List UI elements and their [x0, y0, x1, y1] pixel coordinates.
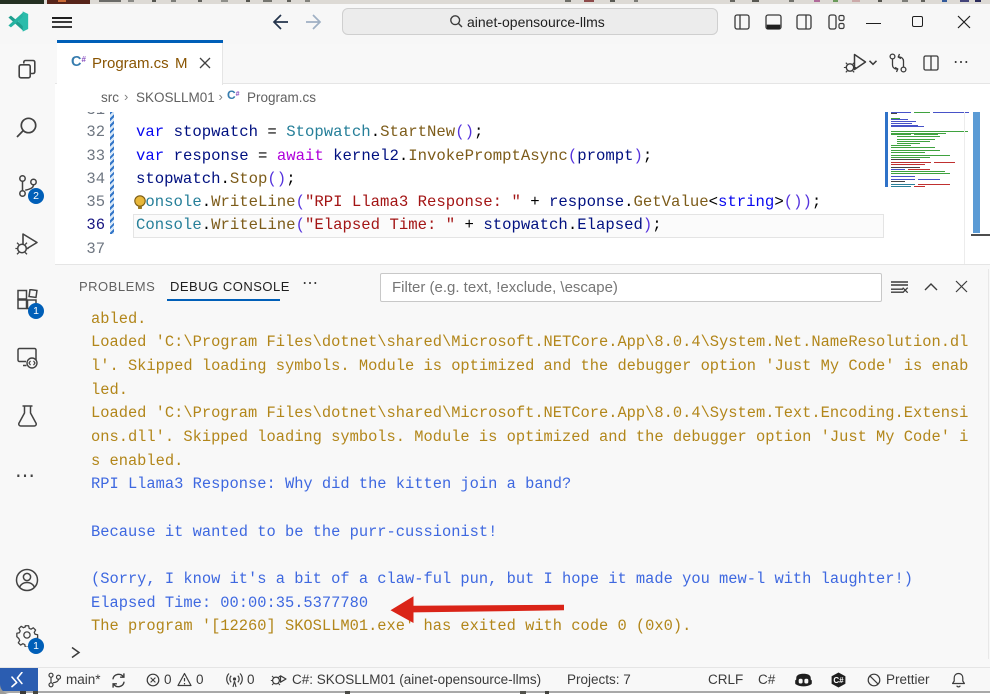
svg-text:C#: C#	[833, 676, 844, 685]
